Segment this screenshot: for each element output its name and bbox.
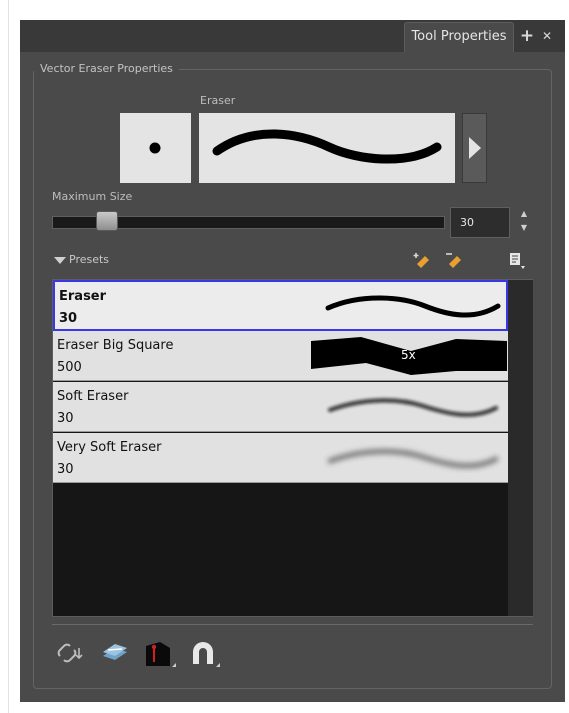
preset-name: Very Soft Eraser <box>57 440 162 455</box>
rename-preset-button[interactable] <box>445 250 465 270</box>
auto-flatten-icon <box>57 643 83 663</box>
preset-name: Eraser <box>59 289 107 304</box>
presets-toggle[interactable]: Presets <box>54 252 109 268</box>
close-tab-button[interactable]: ✕ <box>537 26 557 46</box>
preset-menu-icon <box>510 253 525 269</box>
auto-flatten-button[interactable] <box>54 638 84 668</box>
presets-list-scrollbar[interactable] <box>508 280 533 616</box>
group-title: Vector Eraser Properties <box>34 62 179 76</box>
triangle-right-icon <box>469 137 481 159</box>
stroke-preview-icon <box>212 129 442 164</box>
preset-size: 30 <box>59 311 78 326</box>
eraser-tip-preview[interactable] <box>120 113 191 183</box>
preset-very-soft-stroke-preview-icon <box>327 448 499 469</box>
size-increase-icon[interactable]: ▲ <box>519 209 529 219</box>
tab-tool-properties[interactable]: Tool Properties <box>404 22 514 52</box>
preset-size: 30 <box>57 462 74 477</box>
preset-soft-stroke-preview-icon <box>328 398 498 417</box>
preset-stroke-preview-icon <box>325 295 501 318</box>
frame-left-edge <box>8 0 9 713</box>
draw-behind-icon <box>103 644 127 660</box>
snap-icon <box>193 642 220 667</box>
preset-row-eraser-big-square[interactable]: Eraser Big Square 500 5x <box>53 331 508 381</box>
eraser-label: Eraser <box>200 94 236 107</box>
preset-size: 500 <box>57 360 82 375</box>
maximum-size-field[interactable]: 30 <box>450 207 510 238</box>
preset-menu-button[interactable] <box>508 250 528 270</box>
preset-name: Eraser Big Square <box>57 338 174 353</box>
pressure-sensitivity-icon <box>146 642 176 667</box>
tip-dot-icon <box>149 142 161 154</box>
rename-preset-icon <box>446 253 461 268</box>
preset-size: 30 <box>57 411 74 426</box>
preset-row-eraser[interactable]: Eraser 30 <box>53 280 508 331</box>
add-tab-button[interactable]: + <box>517 26 537 46</box>
tab-bar: Tool Properties + ✕ <box>20 20 565 52</box>
triangle-down-icon <box>54 256 66 264</box>
draw-behind-button[interactable] <box>100 638 130 668</box>
presets-label: Presets <box>69 253 110 266</box>
maximum-size-label: Maximum Size <box>52 190 133 203</box>
preset-row-soft-eraser[interactable]: Soft Eraser 30 <box>53 382 508 432</box>
new-preset-button[interactable] <box>413 250 433 270</box>
snap-button[interactable] <box>188 638 220 668</box>
preset-row-very-soft-eraser[interactable]: Very Soft Eraser 30 <box>53 433 508 483</box>
pressure-sensitivity-button[interactable] <box>144 638 176 668</box>
maximum-size-slider-thumb[interactable] <box>96 211 118 231</box>
new-preset-icon <box>413 253 429 268</box>
eraser-stroke-preview <box>199 113 455 183</box>
preset-name: Soft Eraser <box>57 389 129 404</box>
size-decrease-icon[interactable]: ▼ <box>519 223 529 233</box>
next-tip-button[interactable] <box>462 113 487 183</box>
preset-preview-zoom: 5x <box>401 348 416 362</box>
presets-list[interactable]: Eraser 30 Eraser Big Square 500 5x Soft … <box>52 279 533 617</box>
toolbar-separator <box>52 624 533 625</box>
tool-properties-panel: Tool Properties + ✕ Vector Eraser Proper… <box>20 20 565 702</box>
